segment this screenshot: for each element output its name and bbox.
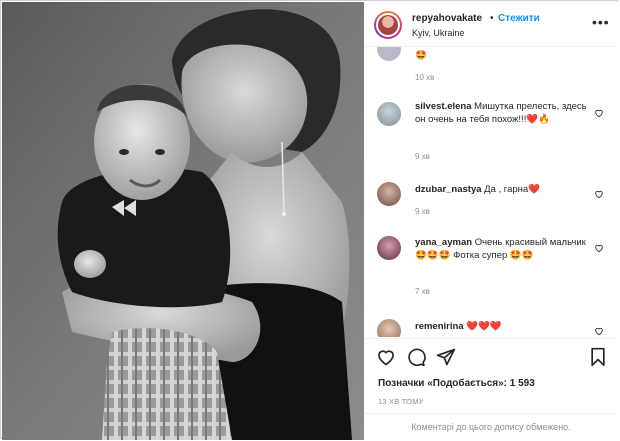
bookmark-icon[interactable] [588,347,608,367]
post-timestamp[interactable]: 13 ХВ ТОМУ [378,397,424,406]
post-sidebar: repyahovakate • Стежити Kyiv, Ukraine ••… [364,2,618,440]
comment-username[interactable]: dzubar_nastya [415,184,482,195]
comment-body: remenirina ❤️❤️❤️ [415,320,595,333]
comments-closed-notice: Коментарі до цього допису обмежено. [411,422,571,432]
likes-count[interactable]: Позначки «Подобається»: 1 593 [378,378,535,389]
comment-text: ❤️❤️❤️ [466,321,502,332]
separator-dot: • [490,13,494,24]
comment-text: Да , гарна❤️ [484,184,540,195]
comment-time[interactable]: 10 хв [415,73,434,82]
commenter-avatar[interactable] [377,102,401,126]
heart-icon[interactable] [376,347,396,367]
like-comment-icon[interactable] [594,108,604,118]
comment-body: dzubar_nastya Да , гарна❤️ [415,183,595,196]
comment-body: yana_ayman Очень красивый мальчик 🤩🤩🤩 Фо… [415,236,595,262]
photo-mother-baby [2,2,364,440]
comment-username[interactable]: yana_ayman [415,237,472,248]
share-icon[interactable] [436,347,456,367]
more-icon[interactable]: ••• [592,14,610,30]
commenter-avatar[interactable] [377,236,401,260]
commenter-avatar[interactable] [377,319,401,337]
comment-username[interactable]: silvest.elena [415,101,472,112]
like-comment-icon[interactable] [594,326,604,336]
post-location[interactable]: Kyiv, Ukraine [412,28,464,38]
comment-icon[interactable] [406,347,426,367]
comment-time[interactable]: 9 хв [415,152,430,161]
comment-footer: Коментарі до цього допису обмежено. [364,413,618,441]
author-username[interactable]: repyahovakate [412,13,482,24]
commenter-avatar[interactable] [377,182,401,206]
follow-button[interactable]: Стежити [498,13,540,24]
post-header: repyahovakate • Стежити Kyiv, Ukraine ••… [364,2,618,47]
commenter-avatar[interactable] [377,47,401,61]
like-comment-icon[interactable] [594,243,604,253]
comment-time[interactable]: 7 хв [415,287,430,296]
comment-body: silvest.elena Мишутка прелесть, здесь он… [415,100,595,126]
author-avatar[interactable] [374,11,402,39]
comments-list: 🤩 10 хв silvest.elena Мишутка прелесть, … [364,47,618,337]
comment-username[interactable]: remenirina [415,321,464,332]
post-photo[interactable] [2,2,364,440]
comment-time[interactable]: 9 хв [415,207,430,216]
post-frame: repyahovakate • Стежити Kyiv, Ukraine ••… [0,0,618,440]
like-comment-icon[interactable] [594,189,604,199]
comment-text: 🤩 [415,50,427,61]
post-actions [364,338,618,375]
